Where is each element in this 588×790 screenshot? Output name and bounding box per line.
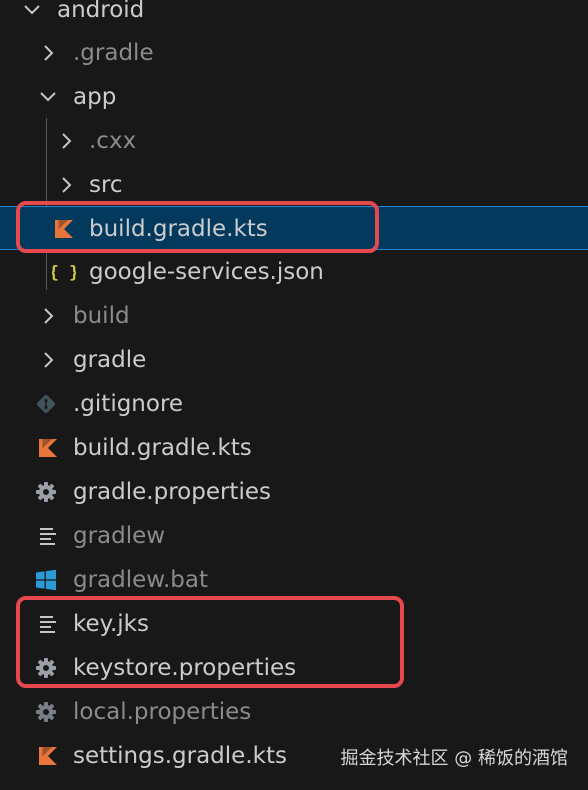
tree-item-label: src	[89, 172, 123, 198]
tree-item-label: settings.gradle.kts	[73, 743, 287, 769]
tree-item-gradle-cache-folder[interactable]: .gradle	[0, 31, 588, 75]
watermark-text: 掘金技术社区 @ 稀饭的酒馆	[340, 748, 568, 769]
tree-item-label: android	[57, 0, 145, 23]
tree-item-cxx-folder[interactable]: .cxx	[0, 119, 588, 163]
tree-item-gradlew[interactable]: gradlew	[0, 514, 588, 558]
tree-item-src-folder[interactable]: src	[0, 163, 588, 207]
tree-item-label: gradle	[73, 347, 147, 373]
kotlin-file-icon	[39, 439, 57, 457]
tree-item-label: keystore.properties	[73, 655, 297, 681]
chevron-right-icon	[62, 177, 72, 193]
tree-item-label: build	[73, 303, 130, 329]
git-icon	[36, 394, 56, 414]
tree-item-label: key.jks	[73, 611, 149, 637]
chevron-right-icon	[44, 45, 54, 61]
tree-item-label: .gitignore	[73, 391, 184, 417]
tree-item-google-services-json[interactable]: { } google-services.json	[0, 250, 588, 294]
chevron-right-icon	[44, 352, 54, 368]
tree-item-gradlew-bat[interactable]: gradlew.bat	[0, 558, 588, 602]
text-file-icon	[40, 528, 56, 545]
kotlin-file-icon	[55, 220, 73, 238]
tree-item-app-build-gradle-kts[interactable]: build.gradle.kts	[0, 206, 588, 250]
tree-item-label: build.gradle.kts	[73, 435, 252, 461]
chevron-down-icon	[24, 5, 40, 15]
text-file-icon	[40, 616, 56, 633]
tree-item-label: gradlew	[73, 523, 166, 549]
chevron-right-icon	[62, 133, 72, 149]
svg-text:{ }: { }	[52, 263, 76, 283]
kotlin-file-icon	[39, 747, 57, 765]
tree-item-label: build.gradle.kts	[89, 216, 268, 242]
tree-item-android-folder[interactable]: android	[0, 0, 588, 32]
tree-item-keystore-properties[interactable]: keystore.properties	[0, 646, 588, 690]
windows-icon	[36, 569, 56, 591]
gear-icon	[36, 658, 56, 678]
tree-item-gradle-properties[interactable]: gradle.properties	[0, 470, 588, 514]
tree-item-label: gradlew.bat	[73, 567, 209, 593]
file-explorer-tree: android .gradle app .cxx src build.gradl…	[0, 0, 588, 790]
tree-item-gradle-folder[interactable]: gradle	[0, 338, 588, 382]
tree-item-label: app	[73, 84, 117, 110]
tree-item-app-folder[interactable]: app	[0, 75, 588, 119]
gear-icon	[36, 482, 56, 502]
tree-item-build-folder[interactable]: build	[0, 294, 588, 338]
tree-item-label: google-services.json	[89, 259, 324, 285]
tree-item-root-build-gradle-kts[interactable]: build.gradle.kts	[0, 426, 588, 470]
json-braces-icon: { }	[52, 263, 76, 283]
tree-item-label: .gradle	[73, 40, 154, 66]
tree-item-label: gradle.properties	[73, 479, 271, 505]
tree-item-label: local.properties	[73, 699, 252, 725]
chevron-down-icon	[40, 92, 56, 102]
chevron-right-icon	[44, 308, 54, 324]
tree-item-key-jks[interactable]: key.jks	[0, 602, 588, 646]
tree-item-local-properties[interactable]: local.properties	[0, 690, 588, 734]
tree-item-gitignore[interactable]: .gitignore	[0, 382, 588, 426]
gear-icon	[36, 702, 56, 722]
tree-item-label: .cxx	[89, 128, 137, 154]
